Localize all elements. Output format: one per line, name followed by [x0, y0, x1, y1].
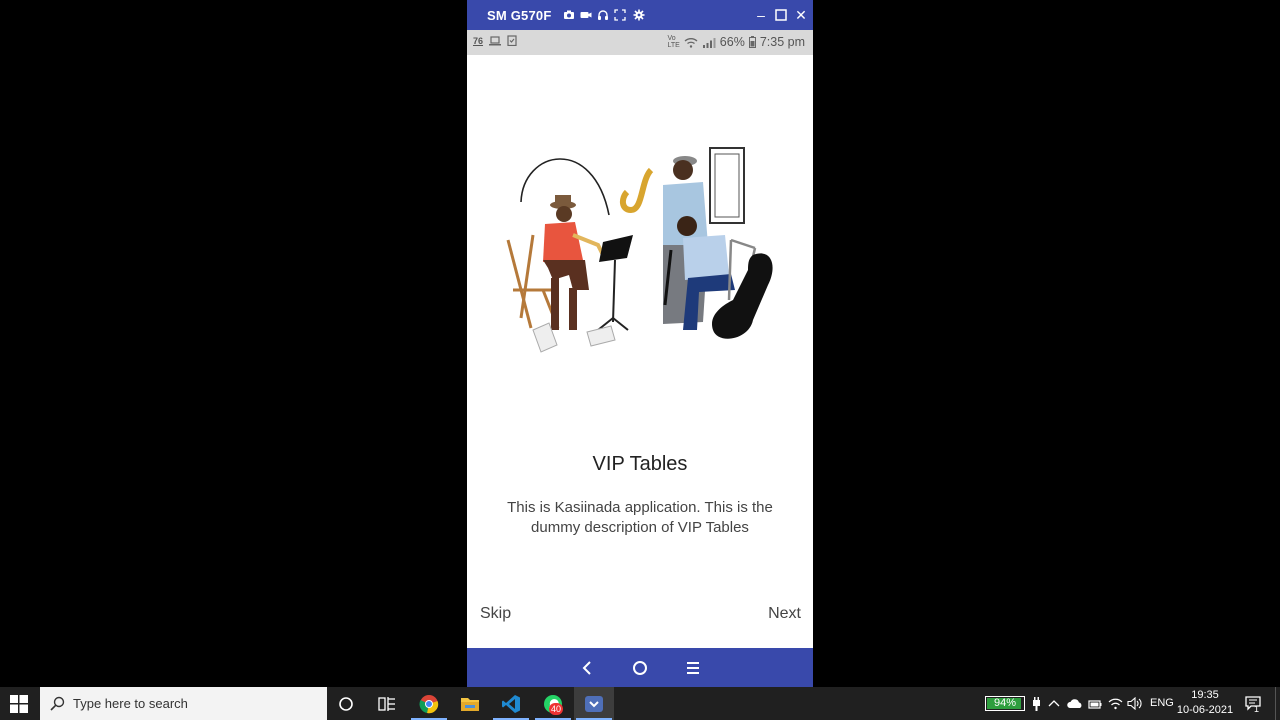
battery-tray-icon[interactable]: [1088, 698, 1102, 710]
volume-icon[interactable]: [1127, 697, 1142, 710]
onedrive-cloud-icon[interactable]: [1067, 698, 1083, 709]
scrcpy-taskbar-button[interactable]: [574, 687, 614, 720]
scrcpy-icon: [585, 696, 603, 712]
whatsapp-badge: 40: [549, 703, 564, 715]
file-explorer-taskbar-button[interactable]: [450, 687, 490, 720]
wifi-icon: [684, 37, 698, 48]
battery-percent: 66%: [719, 35, 745, 49]
video-icon[interactable]: [580, 9, 592, 21]
slide-title: VIP Tables: [592, 453, 688, 475]
maximize-button[interactable]: [772, 6, 790, 24]
phone-mirror-window: SM G570F – ✕ 76 Vo LTE 66% 7:35 pm VIP T…: [467, 0, 813, 687]
home-button-icon[interactable]: [630, 658, 650, 678]
jazz-band-illustration: [506, 147, 773, 353]
settings-gear-icon[interactable]: [633, 9, 645, 21]
search-placeholder: Type here to search: [73, 696, 188, 711]
back-button-icon[interactable]: [577, 658, 597, 678]
menu-button-icon[interactable]: [683, 658, 703, 678]
minimize-button[interactable]: –: [752, 6, 770, 24]
taskbar-search-box[interactable]: Type here to search: [40, 687, 327, 720]
notification-center-button[interactable]: 1: [1240, 687, 1270, 720]
status-number: 76: [473, 35, 484, 46]
chevron-up-icon[interactable]: [1048, 699, 1060, 707]
vscode-taskbar-button[interactable]: [491, 687, 531, 720]
headphones-icon[interactable]: [597, 9, 609, 21]
battery-indicator[interactable]: 94%: [985, 696, 1025, 711]
search-icon: [50, 696, 65, 711]
window-title: SM G570F: [487, 8, 552, 23]
chrome-taskbar-button[interactable]: [409, 687, 449, 720]
onboarding-screen: VIP Tables This is Kasiinada application…: [467, 55, 813, 648]
android-navigation-bar: [467, 648, 813, 687]
skip-button[interactable]: Skip: [480, 605, 511, 623]
camera-icon[interactable]: [563, 9, 575, 21]
signal-icon: [702, 37, 716, 48]
maximize-icon: [775, 9, 787, 21]
battery-icon: [748, 36, 756, 48]
window-titlebar[interactable]: SM G570F – ✕: [467, 0, 813, 30]
show-desktop-button[interactable]: [1275, 687, 1280, 720]
windows-taskbar: Type here to search 40 94% ENG 19:35 10-…: [0, 687, 1280, 720]
wifi-tray-icon[interactable]: [1108, 697, 1123, 710]
status-time: 7:35 pm: [759, 35, 805, 49]
cortana-icon[interactable]: [338, 696, 354, 712]
android-status-bar: 76 Vo LTE 66% 7:35 pm: [467, 30, 813, 55]
battery-percent-label: 94%: [993, 697, 1017, 709]
vscode-icon: [502, 695, 520, 713]
clipboard-icon: [507, 35, 517, 46]
next-button[interactable]: Next: [768, 605, 801, 623]
chrome-icon: [419, 695, 439, 714]
folder-icon: [461, 698, 479, 711]
clock-date: 10-06-2021: [1176, 704, 1234, 716]
laptop-icon: [489, 35, 502, 45]
whatsapp-taskbar-button[interactable]: 40: [533, 687, 573, 720]
clock-time: 19:35: [1191, 689, 1219, 701]
notification-count: 1: [1254, 704, 1260, 714]
fullscreen-icon[interactable]: [614, 9, 626, 21]
close-button[interactable]: ✕: [792, 6, 810, 24]
language-indicator[interactable]: ENG: [1150, 697, 1174, 709]
power-plug-icon: [1033, 697, 1040, 711]
task-view-icon[interactable]: [378, 696, 396, 712]
windows-start-icon[interactable]: [10, 695, 28, 713]
volte-icon: Vo LTE: [667, 35, 680, 49]
slide-description: This is Kasiinada application. This is t…: [507, 499, 773, 536]
